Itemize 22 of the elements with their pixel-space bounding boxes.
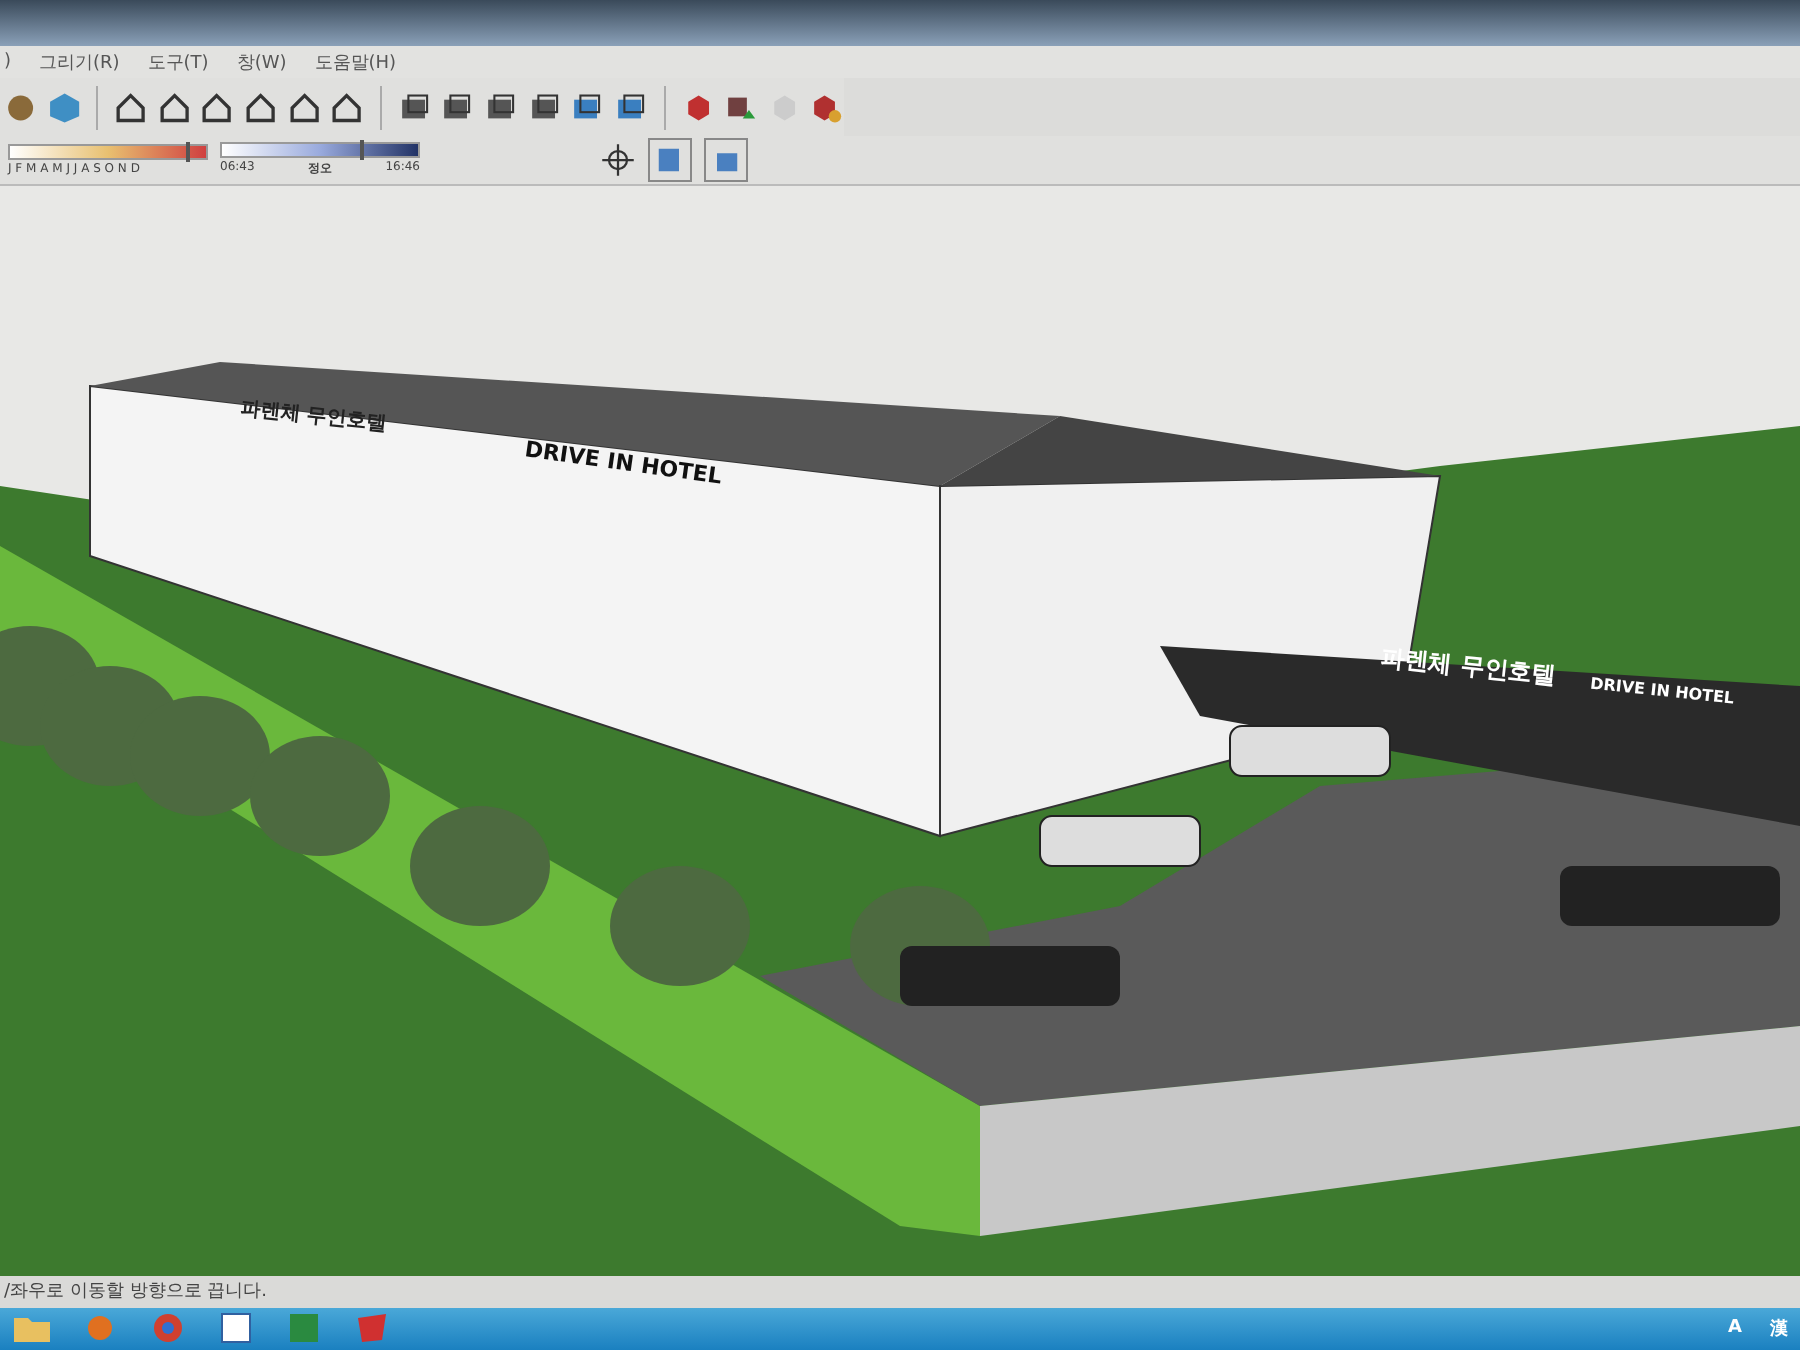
- menu-item[interactable]: 도움말(H): [314, 49, 397, 76]
- roof-sign: DRIVE IN HOTEL: [523, 436, 724, 490]
- tray-indicator[interactable]: 漢: [1770, 1315, 1788, 1342]
- gate-sign: 파렌체 무인호텔: [1378, 640, 1558, 693]
- slider-thumb[interactable]: [359, 140, 364, 161]
- cube-icon[interactable]: [47, 89, 81, 126]
- menu-item[interactable]: 도구(T): [147, 49, 209, 76]
- menu-item[interactable]: 창(W): [236, 49, 287, 76]
- tray-indicator[interactable]: A: [1728, 1318, 1742, 1339]
- section-icon[interactable]: [704, 138, 748, 183]
- app-icon[interactable]: [216, 1312, 256, 1345]
- house-icon[interactable]: [114, 89, 148, 126]
- house-icon[interactable]: [200, 89, 235, 126]
- side-sign: 파렌체 무인호텔: [238, 396, 389, 438]
- status-hint: /좌우로 이동할 방향으로 끕니다.: [4, 1280, 267, 1305]
- section-icon[interactable]: [648, 138, 692, 183]
- gate-sign: DRIVE IN HOTEL: [1589, 674, 1735, 708]
- slider-thumb[interactable]: [186, 142, 191, 163]
- move-icon[interactable]: [600, 142, 636, 179]
- menu-item[interactable]: ): [4, 52, 12, 73]
- house-icon[interactable]: [287, 89, 321, 126]
- menu-item[interactable]: 그리기(R): [39, 49, 120, 76]
